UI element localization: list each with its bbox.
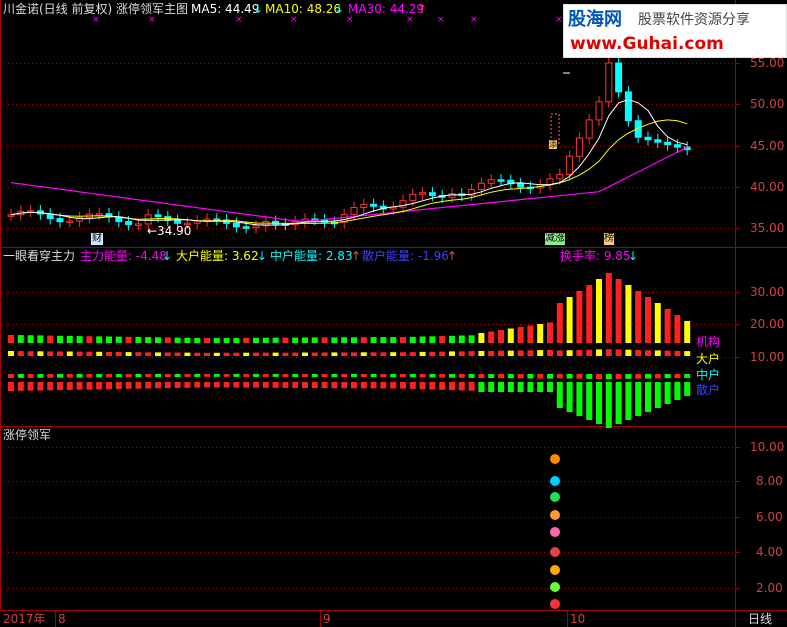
dahu-label: 大户能量: 3.62 [176,249,259,263]
ma30-label: MA30: 44.29 [348,2,425,16]
label-sanhu: 散户 [696,383,721,397]
top-x-markers: ×××××××××× [92,15,596,25]
svg-text:×: × [290,15,298,25]
marker-cai: 财 [91,233,103,245]
label-zhonghu: 中户 [696,368,721,382]
axis2-30: 30.00 [750,285,785,299]
axis1-40: 40.00 [750,180,785,194]
ma10-label: MA10: 48.26 [265,2,342,16]
candlesticks [7,57,691,234]
axis3-8: 8.00 [756,474,783,488]
xaxis-aug: 8 [58,612,66,626]
dahu-arrow-icon: ↓ [257,249,268,263]
xaxis-year: 2017年 [3,612,46,626]
low-price-label: ←34.90 [147,224,192,238]
marker-bang: 榜 [604,233,614,245]
marker-tian: 添 [549,140,557,149]
energy-bars [8,273,691,428]
svg-text:×: × [92,15,100,25]
xaxis-oct: 10 [570,612,586,626]
ma5-arrow-icon: ↓ [253,2,264,16]
ma30-arrow-icon: ↑ [417,2,428,16]
svg-text:×: × [555,15,563,25]
svg-text:×: × [346,15,354,25]
axis3-2: 2.00 [756,581,783,595]
svg-text:×: × [235,15,243,25]
axis3-4: 4.00 [756,545,783,559]
svg-text:×: × [470,15,478,25]
period-selector[interactable]: 日线 [748,612,772,626]
logo-slogan: 股票软件资源分享 [638,12,750,28]
label-jigou: 机构 [696,335,721,349]
svg-text:×: × [406,15,414,25]
ma5-label: MA5: 44.49 [191,2,260,16]
huanshou-arrow-icon: ↓ [628,249,639,263]
signal-icons [550,454,560,609]
axis1-35: 35.00 [750,221,785,235]
ma5-line [10,98,688,226]
axis1-50: 50.00 [750,97,785,111]
signal-panel-title: 涨停领军 [3,428,52,442]
ma10-arrow-icon: ↓ [334,2,345,16]
axis2-20: 20.00 [750,317,785,331]
logo-badge: 股海网 股票软件资源分享 www.Guhai.com [563,4,787,58]
huanshou-label: 换手率: 9.85 [560,249,631,263]
logo-url: www.Guhai.com [570,34,724,54]
sanhu-label: 散户能量: -1.96 [362,249,449,263]
xaxis-sep: 9 [323,612,331,626]
axis3-6: 6.00 [756,510,783,524]
axis1-55: 55.00 [750,56,785,70]
stock-chart: ×××××××××× [0,0,787,627]
axis2-10: 10.00 [750,350,785,364]
main-chart-title: 川金诺(日线 前复权) 涨停领军主图 [3,2,188,16]
zhuli-arrow-icon: ↓ [162,249,173,263]
energy-panel-title: 一眼看穿主力 [3,249,76,263]
axis1-45: 45.00 [750,139,785,153]
svg-text:×: × [437,15,445,25]
zhonghu-label: 中户能量: 2.83 [270,249,353,263]
zhonghu-arrow-icon: ↑ [351,249,362,263]
marker-jianzhang: 减涨 [545,233,565,245]
axis3-10: 10.00 [750,440,785,454]
zhuli-label: 主力能量: -4.48 [80,249,167,263]
label-dahu: 大户 [696,352,721,366]
svg-text:×: × [148,15,156,25]
logo-name: 股海网 [568,9,622,30]
sanhu-arrow-icon: ↑ [447,249,458,263]
